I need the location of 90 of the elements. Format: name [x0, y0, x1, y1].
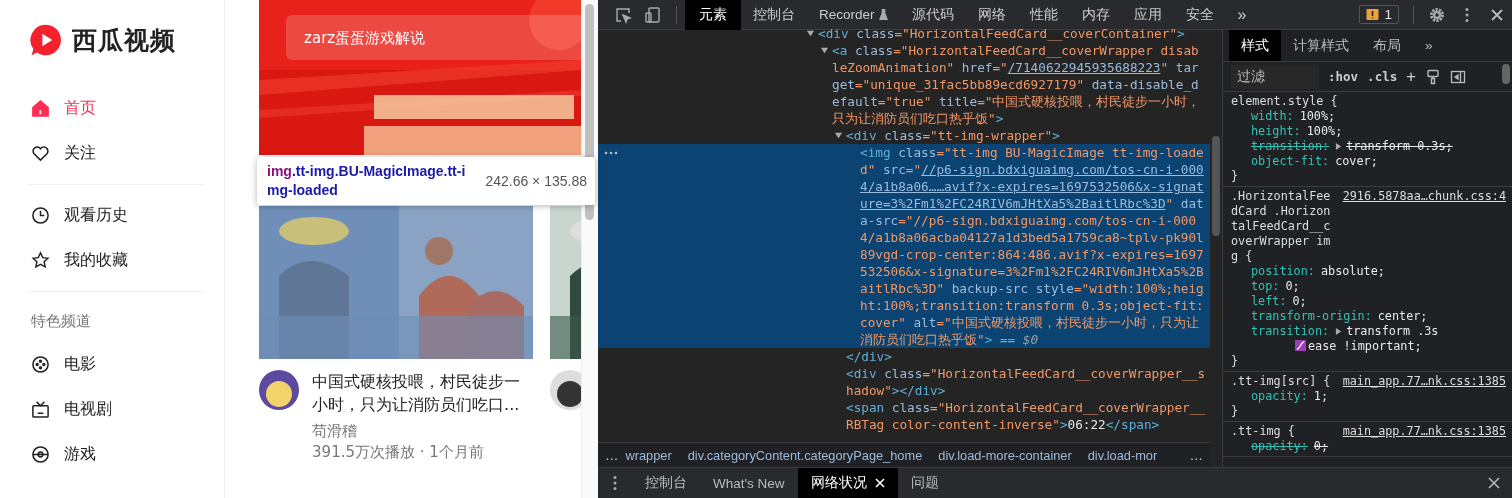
nav-item[interactable]: 关注 [28, 131, 225, 176]
sidebar-tab[interactable]: 计算样式 [1281, 30, 1361, 61]
hover-state-button[interactable]: :hov [1328, 69, 1359, 84]
css-selector: .tt-img { [1231, 424, 1295, 439]
scroll-left-button[interactable]: … [598, 447, 626, 463]
video-stats: 391.5万次播放 · 1个月前 [312, 443, 485, 462]
closing-brace: } [1231, 404, 1240, 419]
css-selector: element.style { [1231, 94, 1338, 109]
clock-icon [31, 206, 50, 225]
panel-tab[interactable]: 元素 [685, 0, 741, 30]
nav-item[interactable]: 观看历史 [28, 193, 225, 238]
game-icon [31, 445, 50, 464]
home-icon [31, 99, 50, 118]
device-icon[interactable] [644, 5, 662, 24]
expand-arrow-icon[interactable] [1335, 143, 1343, 150]
film-icon [31, 355, 50, 374]
class-button[interactable]: .cls [1367, 69, 1398, 84]
element-size: 242.66 × 135.88 [485, 173, 587, 189]
dom-node[interactable]: <div class="tt-img-wrapper"> [598, 127, 1210, 144]
css-selector: .HorizontalFeedCard .HorizontalFeedCard__coverWrapper img { [1231, 189, 1332, 264]
issues-badge[interactable]: 1 [1359, 5, 1399, 24]
collapse-arrow-icon[interactable] [820, 46, 829, 55]
css-declaration[interactable]: transition: transform 0.3s; [1231, 139, 1506, 154]
more-options-icon[interactable] [612, 474, 618, 492]
video-title[interactable]: 中国式硬核投喂，村民徒步一小时，只为让消防员们吃口... [312, 370, 534, 416]
dom-node[interactable]: <a class="HorizontalFeedCard__coverWrapper disableZoomAnimation" href="/7140622945935688223" target="unique_31fac5bb89ecd6927179" data-disable_default="true" title="中国式硬核投喂，村民徒步一小时，只为让消防员们吃口热乎饭"> [598, 42, 1210, 127]
drawer-tab[interactable]: 问题 [897, 468, 952, 498]
stylesheet-link[interactable]: main_app.77…nk.css:1385 [1342, 374, 1506, 389]
paint-roller-icon[interactable] [1424, 68, 1441, 85]
logo-text: 西瓜视频 [72, 24, 176, 57]
breadcrumb[interactable]: div.categoryContent.categoryPage_home [687, 447, 923, 463]
dom-node[interactable]: </div> [598, 348, 1210, 365]
author-name[interactable]: 苟滑稽 [312, 422, 534, 441]
more-icon[interactable] [604, 151, 618, 155]
inspect-icon[interactable] [614, 5, 632, 24]
sidebar-tab[interactable]: 布局 [1361, 30, 1413, 61]
nav-item[interactable]: 电影 [28, 342, 225, 387]
dom-node[interactable]: <div class="HorizontalFeedCard__coverWrapper__shadow"></div> [598, 365, 1210, 399]
section-heading: 特色频道 [30, 311, 92, 332]
easing-curve-icon[interactable] [1295, 340, 1306, 351]
star-icon [31, 251, 50, 270]
closing-brace: } [1231, 354, 1240, 369]
css-declaration[interactable]: width: 100%; [1231, 109, 1506, 124]
css-declaration[interactable]: transition: transform .3s ease !important; [1231, 324, 1506, 354]
element-selector: img.tt-img.BU-MagicImage.tt-img-loaded [267, 162, 467, 200]
closing-brace: } [1231, 169, 1240, 184]
new-rule-button[interactable]: + [1406, 67, 1416, 86]
nav-item[interactable]: 我的收藏 [28, 238, 225, 283]
breadcrumb[interactable]: div.load-more-container [938, 447, 1072, 463]
warning-icon [1366, 8, 1380, 21]
scrollbar-thumb[interactable] [585, 4, 595, 220]
heart-icon [31, 144, 50, 163]
css-declaration[interactable]: left: 0; [1231, 294, 1506, 309]
css-declaration[interactable]: opacity: 1; [1231, 389, 1506, 404]
breadcrumb[interactable]: div.load-mor [1087, 447, 1158, 463]
scrollbar-thumb[interactable] [1212, 136, 1220, 236]
tv-icon [31, 400, 50, 419]
dom-node[interactable]: <span class="HorizontalFeedCard__coverWrapper__RBTag color-content-inverse">06:22</span> [598, 399, 1210, 433]
settings-icon[interactable] [1428, 5, 1446, 24]
filter-field[interactable]: 过滤 [1231, 64, 1319, 89]
css-declaration[interactable]: height: 100%; [1231, 124, 1506, 139]
avatar[interactable] [259, 370, 300, 410]
collapse-arrow-icon[interactable] [806, 29, 815, 38]
drawer-tab[interactable]: 控制台 [632, 468, 700, 498]
sidebar-toggle-icon[interactable] [1449, 68, 1466, 85]
more-tabs-button[interactable]: » [1225, 5, 1259, 24]
scrollbar-thumb[interactable] [1502, 64, 1510, 84]
more-tabs-button[interactable]: » [1413, 30, 1445, 61]
stylesheet-link[interactable]: main_app.77…nk.css:1385 [1342, 424, 1506, 439]
drawer-tab[interactable]: 网络状况 [797, 468, 898, 498]
collapse-arrow-icon[interactable] [834, 131, 843, 140]
css-declaration[interactable]: transform-origin: center; [1231, 309, 1506, 324]
logo-icon [28, 22, 64, 58]
nav-item[interactable]: 电视剧 [28, 387, 225, 432]
expand-arrow-icon[interactable] [1335, 328, 1343, 335]
css-declaration[interactable]: object-fit: cover; [1231, 154, 1506, 169]
breadcrumb[interactable]: wrapper [625, 447, 672, 463]
css-declaration[interactable]: position: absolute; [1231, 264, 1506, 279]
sidebar-tab[interactable]: 样式 [1229, 30, 1281, 61]
css-declaration[interactable]: opacity: 0; [1231, 439, 1506, 454]
dom-node[interactable]: <img class="tt-img BU-MagicImage tt-img-loaded" src="//p6-sign.bdxiguaimg.com/tos-cn-i-0004/a1b8a06……avif?x-expires=1697532506&x-signature=3%2Fm1%2FC24RIV6mJHtXa5%2BaitlRbc%3D" data-src="//p6-sign.bdxiguaimg.com/tos-cn-i-0004/a1b8a06acba04127a1d3bed5a1759ca8~tplv-pk90l89vgd-crop-center:864:486.avif?x-expires=1697532506&x-signature=3%2Fm1%2FC24RIV6mJHtXa5%2BaitlRbc%3D" backup-src style="width:100%;height:100%;transition:transform 0.3s;object-fit:cover" alt="中国式硬核投喂，村民徒步一小时，只为让消防员们吃口热乎饭"> == $0 [598, 144, 1210, 348]
css-selector: .tt-img[src] { [1231, 374, 1331, 389]
css-declaration[interactable]: top: 0; [1231, 279, 1506, 294]
nav-item[interactable]: 游戏 [28, 432, 225, 477]
stylesheet-link[interactable]: 2916.5878aa…chunk.css:4 [1342, 189, 1506, 204]
nav-item[interactable]: 首页 [28, 86, 225, 131]
flask-icon [878, 9, 888, 20]
scroll-right-button[interactable]: … [1182, 447, 1210, 463]
drawer-tab[interactable]: What's New [700, 468, 798, 498]
close-icon[interactable] [1488, 477, 1500, 489]
